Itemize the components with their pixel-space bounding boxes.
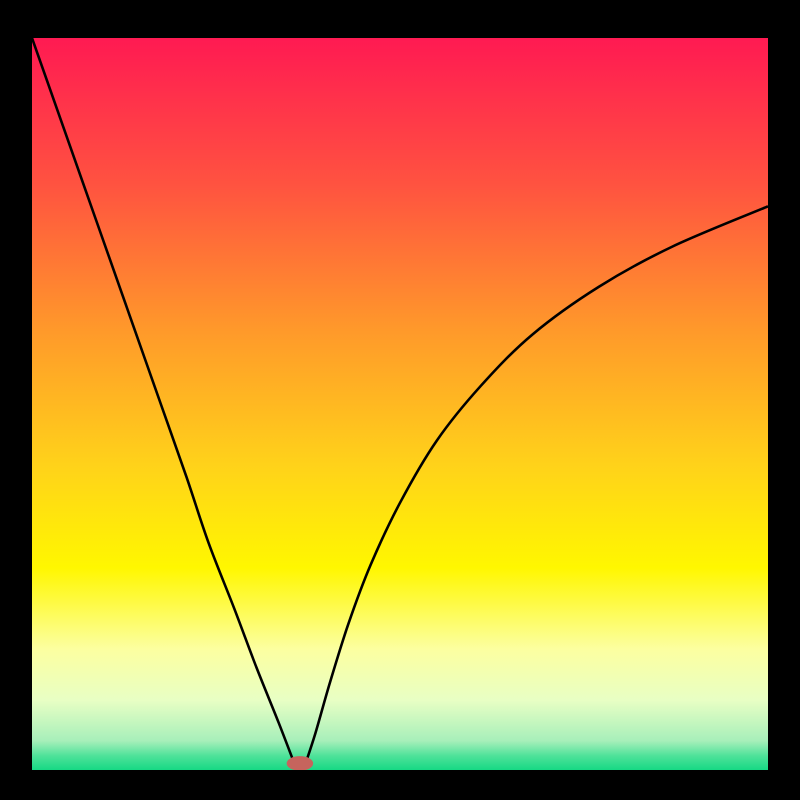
chart-frame-border	[0, 0, 800, 800]
chart-stage: TheBottleneck.com	[0, 0, 800, 800]
